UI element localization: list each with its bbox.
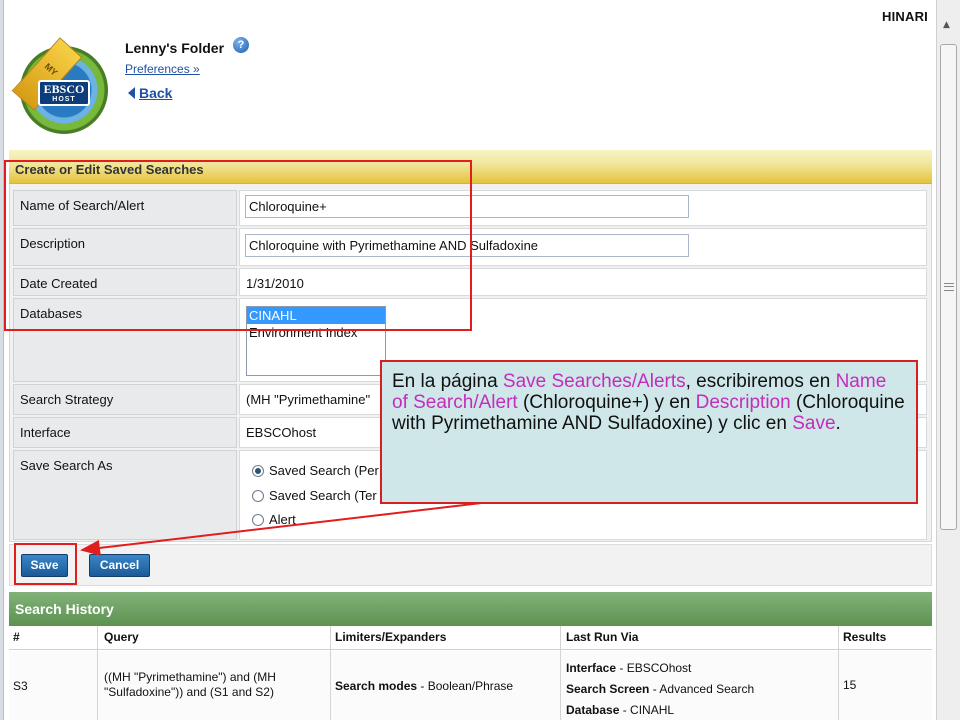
history-row-query: ((MH "Pyrimethamine") and (MH "Sulfadoxi… — [104, 670, 276, 700]
back-arrow-icon — [128, 87, 135, 99]
radio-alert[interactable]: Alert — [252, 512, 296, 527]
cancel-button[interactable]: Cancel — [89, 554, 150, 577]
radio-saved-search-temporary[interactable]: Saved Search (Ter — [252, 488, 377, 503]
logo-sub: HOST — [52, 96, 76, 103]
save-search-as-label: Save Search As — [13, 450, 237, 540]
history-row-limiters: Search modes - Boolean/Phrase — [335, 679, 513, 694]
radio-saved-search-permanent[interactable]: Saved Search (Per — [252, 463, 379, 478]
vertical-scrollbar[interactable]: ▲ — [936, 0, 960, 720]
annotation-save-highlight — [14, 543, 77, 585]
column-divider — [97, 626, 98, 720]
search-history-header: Search History — [9, 592, 932, 626]
run-database: Database - CINAHL — [566, 703, 675, 717]
preferences-link[interactable]: Preferences » — [125, 62, 200, 76]
run-interface: Interface - EBSCOhost — [566, 661, 692, 675]
column-divider — [838, 626, 839, 720]
window-left-edge — [0, 0, 4, 720]
radio-empty-icon[interactable] — [252, 490, 264, 502]
radio-label: Alert — [269, 512, 296, 527]
logo-word: EBSCO — [43, 82, 85, 96]
scroll-up-arrow-icon[interactable]: ▲ — [943, 20, 950, 30]
run-screen: Search Screen - Advanced Search — [566, 682, 755, 696]
search-history-title: Search History — [15, 601, 114, 617]
history-row-last-run: Interface - EBSCOhost Search Screen - Ad… — [566, 658, 754, 720]
hinari-brand: HINARI — [882, 9, 928, 24]
col-number: # — [13, 630, 20, 644]
radio-label: Saved Search (Ter — [269, 488, 377, 503]
folder-title: Lenny's Folder — [125, 40, 225, 56]
col-results: Results — [843, 630, 887, 644]
query-line-1: ((MH "Pyrimethamine") and (MH — [104, 670, 276, 684]
scrollbar-thumb[interactable] — [940, 44, 957, 530]
scroll-grip-icon — [944, 283, 954, 291]
col-limiters: Limiters/Expanders — [335, 630, 447, 644]
limiter-label: Search modes — [335, 679, 418, 693]
back-label: Back — [139, 85, 173, 101]
history-row-results: 15 — [843, 678, 857, 692]
history-column-header-row — [9, 626, 932, 650]
help-question-icon[interactable]: ? — [233, 37, 249, 53]
radio-selected-icon[interactable] — [252, 465, 264, 477]
back-link[interactable]: Back — [128, 85, 172, 101]
annotation-form-highlight — [4, 160, 472, 331]
limiter-value: - Boolean/Phrase — [417, 679, 514, 693]
ebscohost-badge: EBSCO HOST — [38, 80, 90, 106]
column-divider — [560, 626, 561, 720]
column-divider — [330, 626, 331, 720]
col-last-run: Last Run Via — [566, 630, 639, 644]
query-line-2: "Sulfadoxine")) and (S1 and S2) — [104, 685, 274, 699]
interface-label: Interface — [13, 417, 237, 448]
instruction-callout: En la página Save Searches/Alerts, escri… — [380, 360, 918, 504]
radio-empty-icon[interactable] — [252, 514, 264, 526]
my-ebscohost-logo: MY EBSCO HOST — [11, 37, 108, 134]
radio-label: Saved Search (Per — [269, 463, 379, 478]
col-query: Query — [104, 630, 139, 644]
history-row-id: S3 — [13, 679, 28, 693]
search-strategy-label: Search Strategy — [13, 384, 237, 415]
